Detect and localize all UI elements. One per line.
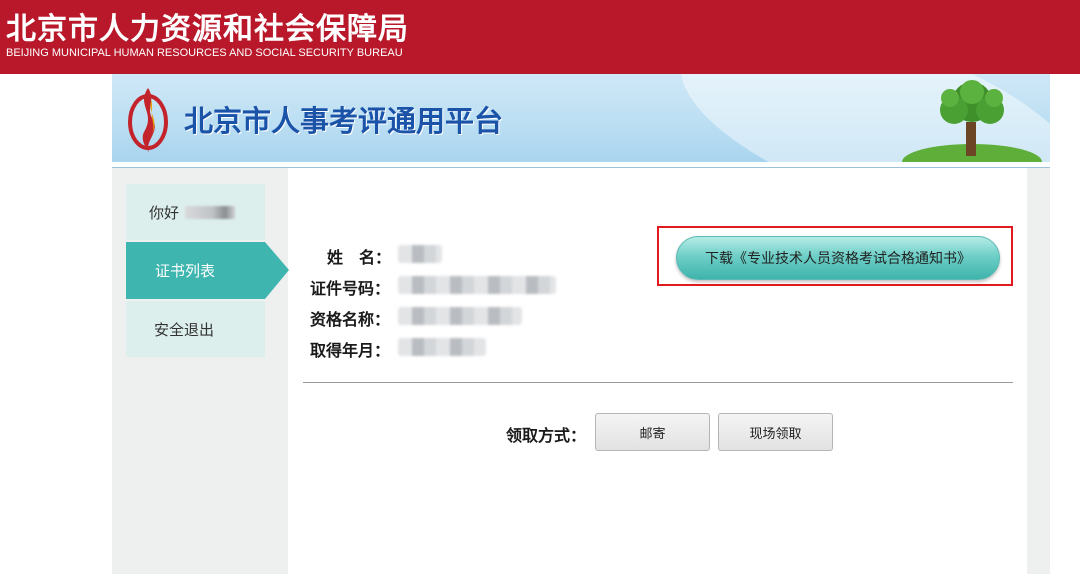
redacted-id-number <box>398 276 556 294</box>
flame-logo-icon <box>128 88 168 154</box>
field-label-date: 取得年月： <box>310 341 391 360</box>
field-label-id-number: 证件号码： <box>310 279 391 298</box>
tree-icon <box>902 80 1042 162</box>
redacted-qualification <box>398 307 522 325</box>
sidebar-item-label: 证书列表 <box>155 262 216 280</box>
section-divider <box>303 382 1013 383</box>
sidebar-item-certificate-list[interactable]: 证书列表 <box>126 242 265 299</box>
bureau-header: 北京市人力资源和社会保障局 BEIJING MUNICIPAL HUMAN RE… <box>0 0 1080 74</box>
bureau-name-cn: 北京市人力资源和社会保障局 <box>6 12 409 47</box>
platform-banner: 北京市人事考评通用平台 <box>112 74 1050 162</box>
redacted-date <box>398 338 486 356</box>
download-notice-button[interactable]: 下载《专业技术人员资格考试合格通知书》 <box>676 236 1000 280</box>
pickup-method-label: 领取方式： <box>506 426 587 445</box>
redacted-name <box>398 245 442 263</box>
right-margin <box>1027 168 1050 574</box>
field-label-qualification: 资格名称： <box>310 310 391 329</box>
sidebar-item-logout[interactable]: 安全退出 <box>126 301 265 357</box>
user-greeting: 你好 <box>126 184 265 240</box>
field-label-name: 姓 名： <box>327 248 392 267</box>
greeting-label: 你好 <box>149 203 180 222</box>
active-indicator-arrow <box>265 242 289 299</box>
redacted-username <box>185 205 236 219</box>
mail-button[interactable]: 邮寄 <box>595 413 710 451</box>
bureau-name-en: BEIJING MUNICIPAL HUMAN RESOURCES AND SO… <box>6 47 403 59</box>
sidebar-item-label: 安全退出 <box>154 320 215 339</box>
onsite-pickup-button[interactable]: 现场领取 <box>718 413 833 451</box>
platform-title: 北京市人事考评通用平台 <box>184 104 504 138</box>
